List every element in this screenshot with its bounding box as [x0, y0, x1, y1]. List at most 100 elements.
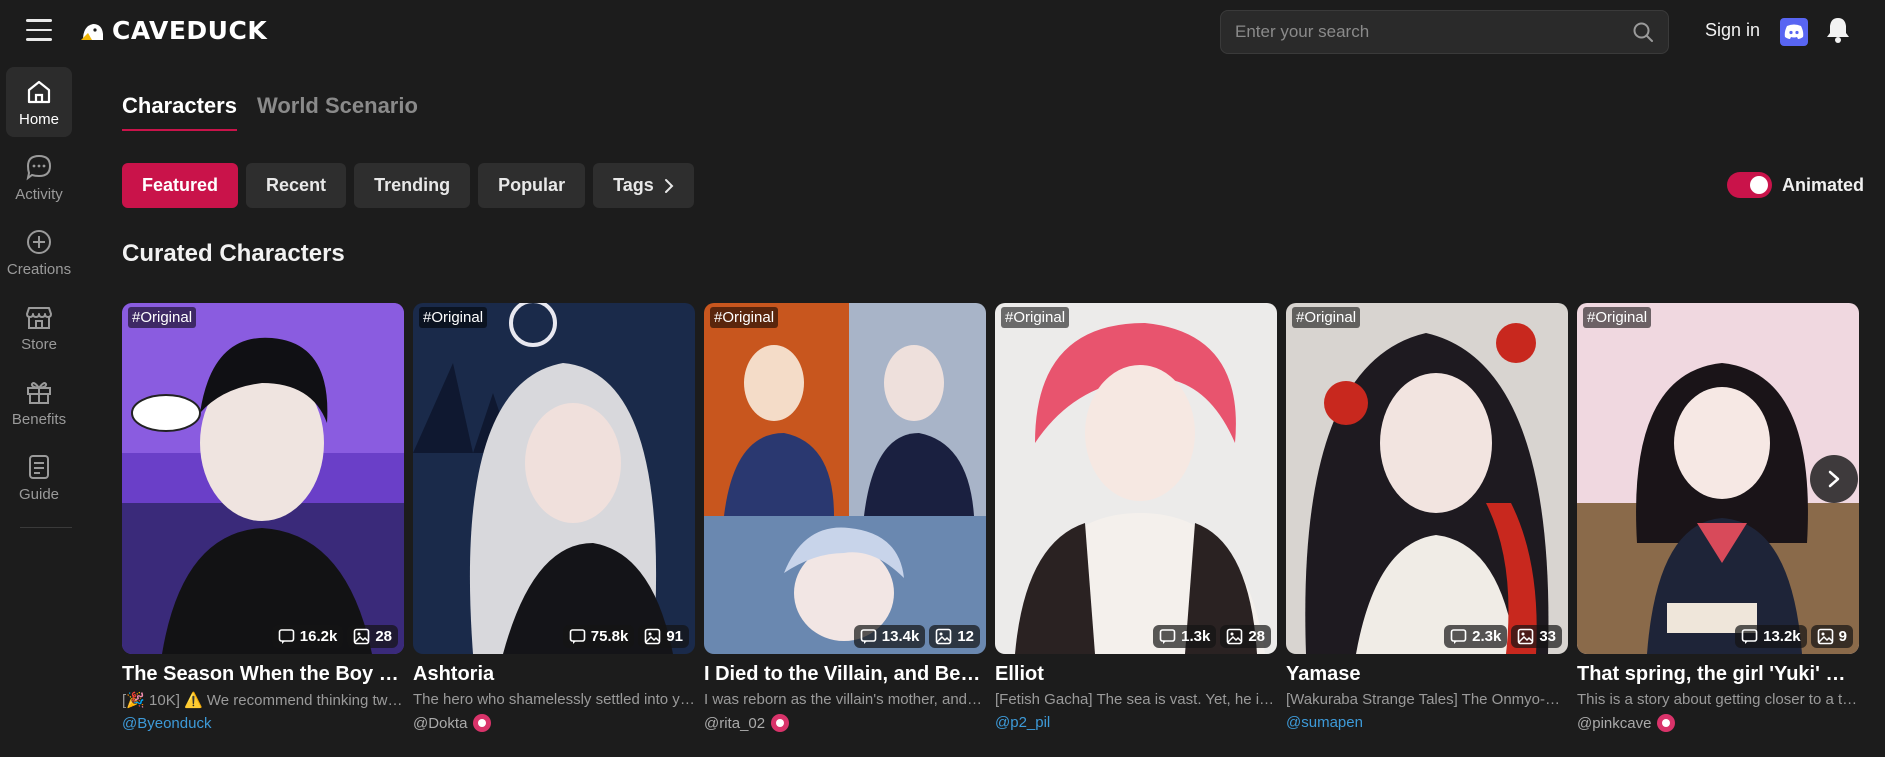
creator-badge-icon	[473, 714, 492, 732]
author-link[interactable]: @Dokta	[413, 715, 467, 732]
character-card[interactable]: #Original 13.2k 9 That spring, the girl …	[1577, 303, 1859, 732]
card-description: [🎉 10K] ⚠️ We recommend thinking twice b…	[122, 692, 404, 709]
chat-count-icon	[1741, 629, 1758, 644]
logo[interactable]: CAVEDUCK	[80, 16, 267, 45]
animated-toggle[interactable]	[1727, 172, 1772, 198]
image-count: 12	[929, 625, 980, 648]
author-link[interactable]: @Byeonduck	[122, 715, 211, 732]
author-link[interactable]: @rita_02	[704, 715, 765, 732]
card-stats: 1.3k 28	[1153, 625, 1271, 648]
chat-count-value: 16.2k	[299, 628, 338, 645]
author-link[interactable]: @pinkcave	[1577, 715, 1651, 732]
image-count-icon	[354, 628, 370, 645]
chat-count-icon	[1450, 629, 1467, 644]
image-count-value: 33	[1539, 628, 1556, 645]
plus-circle-icon	[27, 229, 51, 254]
sidebar-item-store[interactable]: Store	[6, 292, 72, 362]
creator-badge-icon	[771, 714, 790, 732]
card-author: @Dokta	[413, 714, 695, 732]
author-link[interactable]: @p2_pil	[995, 714, 1050, 731]
image-count-icon	[1518, 628, 1534, 645]
card-title: That spring, the girl 'Yuki' was there	[1577, 663, 1859, 685]
author-link[interactable]: @sumapen	[1286, 714, 1363, 731]
filter-recent[interactable]: Recent	[246, 163, 347, 208]
filter-trending[interactable]: Trending	[354, 163, 471, 208]
bell-icon[interactable]	[1824, 15, 1852, 45]
chat-count-icon	[860, 629, 877, 644]
sidebar-item-guide[interactable]: Guide	[6, 442, 72, 512]
character-image: #Original 1.3k 28	[995, 303, 1277, 654]
sidebar-item-label: Guide	[18, 485, 60, 503]
sign-in-button[interactable]: Sign in	[1705, 20, 1760, 41]
image-count-value: 12	[957, 628, 974, 645]
character-carousel: #Original 16.2k 28 The Season When the B…	[122, 303, 1859, 743]
card-title: Ashtoria	[413, 663, 495, 685]
sidebar: Home Activity Creations Store Benefits G…	[0, 62, 78, 757]
filter-label: Popular	[498, 175, 566, 195]
card-tag: #Original	[1583, 307, 1652, 328]
sidebar-divider	[20, 527, 72, 528]
card-tag: #Original	[1292, 307, 1361, 328]
image-count-icon	[936, 628, 952, 645]
image-count-value: 9	[1838, 628, 1847, 645]
image-count-icon	[1817, 628, 1833, 645]
search-icon[interactable]	[1632, 21, 1654, 43]
card-author: @sumapen	[1286, 714, 1568, 731]
sidebar-item-benefits[interactable]: Benefits	[6, 367, 72, 437]
chat-bubble-icon	[26, 154, 52, 180]
card-tag: #Original	[419, 307, 488, 328]
section-title: Curated Characters	[122, 240, 345, 267]
sidebar-item-home[interactable]: Home	[6, 67, 72, 137]
sidebar-item-label: Benefits	[11, 410, 67, 428]
chevron-right-icon	[1828, 470, 1840, 488]
sidebar-item-creations[interactable]: Creations	[6, 217, 72, 287]
card-title: Elliot	[995, 663, 1044, 685]
filter-featured[interactable]: Featured	[122, 163, 239, 208]
filter-chips: Featured Recent Trending Popular Tags	[122, 163, 694, 208]
chat-count-value: 2.3k	[1472, 628, 1502, 645]
character-card[interactable]: #Original 16.2k 28 The Season When the B…	[122, 303, 404, 732]
character-image: #Original 13.4k 12	[704, 303, 986, 654]
card-stats: 13.2k 9	[1735, 625, 1853, 648]
image-count: 33	[1511, 625, 1562, 648]
sidebar-item-label: Creations	[6, 260, 72, 278]
image-count-value: 28	[375, 628, 392, 645]
card-description: [Wakuraba Strange Tales] The Onmyo-no-ka…	[1286, 691, 1568, 708]
character-card[interactable]: #Original 2.3k 33 Yamase [Wakuraba Stran…	[1286, 303, 1568, 731]
character-card[interactable]: #Original 13.4k 12 I Died to the Villain…	[704, 303, 986, 732]
card-description: [Fetish Gacha] The sea is vast. Yet, he …	[995, 691, 1277, 708]
creator-badge-icon	[1657, 714, 1676, 732]
chat-count-value: 13.4k	[881, 628, 920, 645]
filter-label: Featured	[142, 175, 219, 195]
filter-label: Tags	[613, 175, 654, 195]
character-card[interactable]: #Original 75.8k 91 Ashtoria The hero who…	[413, 303, 695, 732]
carousel-next-button[interactable]	[1810, 455, 1858, 503]
sidebar-item-label: Store	[21, 335, 57, 353]
gift-icon	[27, 381, 51, 404]
filter-label: Trending	[374, 175, 451, 195]
hamburger-menu-icon[interactable]	[26, 19, 52, 41]
image-count: 28	[1220, 625, 1271, 648]
search-input[interactable]	[1235, 22, 1632, 42]
card-title: Yamase	[1286, 663, 1361, 685]
chevron-right-icon	[664, 178, 674, 193]
chat-count: 13.4k	[853, 625, 926, 648]
chat-count-icon	[278, 629, 295, 644]
chat-count-value: 13.2k	[1763, 628, 1801, 645]
filter-popular[interactable]: Popular	[478, 163, 586, 208]
card-title: I Died to the Villain, and Became His Mo…	[704, 663, 986, 685]
tab-characters[interactable]: Characters	[122, 93, 237, 131]
filter-tags[interactable]: Tags	[593, 163, 694, 208]
character-card[interactable]: #Original 1.3k 28 Elliot [Fetish Gacha] …	[995, 303, 1277, 731]
chat-count: 16.2k	[271, 625, 344, 648]
sidebar-item-activity[interactable]: Activity	[6, 142, 72, 212]
tab-world-scenario[interactable]: World Scenario	[257, 93, 418, 131]
card-tag: #Original	[710, 307, 779, 328]
image-count: 91	[638, 625, 689, 648]
card-stats: 16.2k 28	[271, 625, 398, 648]
card-description: This is a story about getting closer to …	[1577, 691, 1859, 708]
chat-count: 13.2k	[1735, 625, 1807, 648]
discord-icon[interactable]	[1780, 18, 1808, 46]
card-stats: 2.3k 33	[1444, 625, 1562, 648]
duck-logo-icon	[81, 23, 103, 40]
